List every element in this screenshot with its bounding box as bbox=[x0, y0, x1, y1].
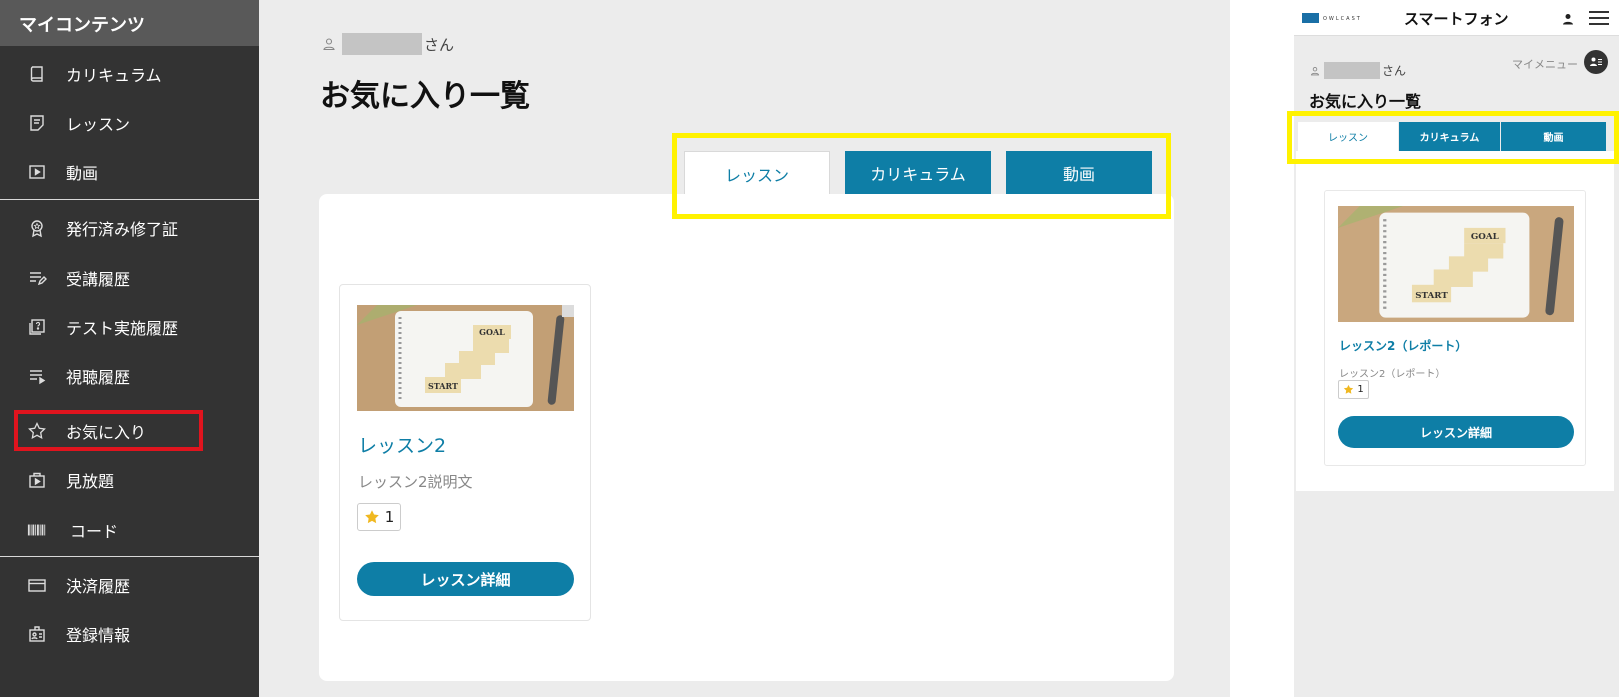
lesson-thumbnail: GOAL START bbox=[357, 305, 574, 411]
favorites-highlight-box bbox=[14, 410, 203, 451]
sidebar-item-attendance-history[interactable]: 受講履歴 bbox=[0, 258, 259, 298]
favorite-count: 1 bbox=[1357, 384, 1364, 395]
masked-username bbox=[342, 33, 422, 55]
sidebar-item-registration[interactable]: 登録情報 bbox=[0, 614, 259, 654]
card-description: レッスン2説明文 bbox=[358, 473, 473, 491]
thumb-goal-text: GOAL bbox=[479, 327, 505, 337]
sidebar-item-label: テスト実施履歴 bbox=[66, 319, 179, 338]
test-icon bbox=[26, 316, 48, 338]
favorite-badge[interactable]: 1 bbox=[357, 503, 401, 531]
phone-header: OWLCAST スマートフォン bbox=[1294, 0, 1619, 36]
sidebar-item-label: 受講履歴 bbox=[66, 270, 131, 289]
my-menu-label[interactable]: マイメニュー bbox=[1512, 56, 1578, 72]
sidebar-item-label: レッスン bbox=[66, 115, 131, 134]
user-icon bbox=[323, 38, 335, 51]
tabs-highlight-box bbox=[672, 133, 1171, 219]
thumb-start-text: START bbox=[1415, 291, 1448, 301]
sidebar-item-label: 決済履歴 bbox=[66, 577, 131, 596]
star-filled-icon bbox=[364, 510, 379, 524]
smartphone-preview: OWLCAST スマートフォン マイメニュー さん お気に入り一覧 レッスン カ… bbox=[1294, 0, 1619, 697]
sidebar-item-label: 見放題 bbox=[66, 472, 115, 491]
note-icon bbox=[26, 112, 48, 134]
user-suffix: さん bbox=[1382, 64, 1407, 78]
sidebar-divider bbox=[0, 556, 259, 557]
certificate-icon bbox=[26, 217, 48, 239]
thumb-goal-text: GOAL bbox=[1471, 232, 1499, 242]
sidebar-item-label: 登録情報 bbox=[66, 626, 131, 645]
page-title: お気に入り一覧 bbox=[1309, 92, 1422, 111]
user-greeting: さん bbox=[1310, 62, 1406, 79]
masked-username bbox=[1324, 62, 1380, 79]
sidebar-item-certificates[interactable]: 発行済み修了証 bbox=[0, 208, 259, 248]
sidebar-item-unlimited[interactable]: 見放題 bbox=[0, 460, 259, 500]
hamburger-menu-icon[interactable] bbox=[1589, 10, 1609, 26]
sidebar-item-label: カリキュラム bbox=[66, 66, 162, 85]
logo-text: OWLCAST bbox=[1323, 16, 1362, 22]
card-title[interactable]: レッスン2（レポート） bbox=[1339, 337, 1467, 354]
sidebar-item-video[interactable]: 動画 bbox=[0, 152, 259, 192]
my-menu-icon[interactable] bbox=[1584, 50, 1608, 74]
lesson-detail-button[interactable]: レッスン詳細 bbox=[1338, 416, 1574, 448]
star-filled-icon bbox=[1344, 384, 1354, 394]
lesson-thumbnail: GOAL START bbox=[1338, 206, 1574, 322]
id-card-icon bbox=[26, 623, 48, 645]
sidebar-item-label: コード bbox=[70, 522, 119, 541]
sidebar-item-label: 発行済み修了証 bbox=[66, 220, 179, 239]
user-icon[interactable] bbox=[1562, 13, 1574, 25]
user-suffix: さん bbox=[424, 35, 455, 54]
sidebar-item-viewing-history[interactable]: 視聴履歴 bbox=[0, 356, 259, 396]
favorite-count: 1 bbox=[384, 508, 395, 526]
spacer bbox=[1230, 0, 1294, 697]
user-icon bbox=[1310, 66, 1320, 75]
favorite-card: GOAL START レッスン2 レッスン2説明文 1 レッスン詳細 bbox=[339, 284, 591, 621]
sidebar-item-label: 動画 bbox=[66, 164, 99, 183]
user-greeting: さん bbox=[322, 33, 454, 55]
sidebar-divider bbox=[0, 199, 259, 200]
sidebar-item-code[interactable]: コード bbox=[0, 510, 259, 550]
book-icon bbox=[26, 63, 48, 85]
video-folder-icon bbox=[26, 469, 48, 491]
list-play-icon bbox=[26, 365, 48, 387]
play-icon bbox=[26, 161, 48, 183]
sidebar-item-test-history[interactable]: テスト実施履歴 bbox=[0, 307, 259, 347]
sidebar-item-curriculum[interactable]: カリキュラム bbox=[0, 54, 259, 94]
page-title: お気に入り一覧 bbox=[320, 79, 530, 114]
sidebar-item-payment-history[interactable]: 決済履歴 bbox=[0, 565, 259, 605]
thumb-start-text: START bbox=[428, 381, 458, 391]
phone-tabs-highlight-box bbox=[1287, 111, 1619, 164]
main-content: さん お気に入り一覧 レッスン カリキュラム 動画 GOAL START レッス… bbox=[259, 0, 1230, 697]
card-icon bbox=[26, 574, 48, 596]
favorite-card: GOAL START レッスン2（レポート） レッスン2（レポート） 1 レッス… bbox=[1324, 190, 1586, 466]
favorite-badge[interactable]: 1 bbox=[1338, 380, 1369, 399]
phone-header-title: スマートフォン bbox=[1404, 10, 1509, 28]
logo-icon bbox=[1302, 13, 1319, 23]
card-description: レッスン2（レポート） bbox=[1339, 369, 1446, 380]
lesson-detail-button[interactable]: レッスン詳細 bbox=[357, 562, 574, 596]
card-title[interactable]: レッスン2 bbox=[358, 431, 446, 458]
sidebar: マイコンテンツ カリキュラム レッスン 動画 発行済み修了証 受講履歴 テスト実… bbox=[0, 0, 259, 697]
barcode-icon bbox=[26, 519, 48, 541]
sidebar-header: マイコンテンツ bbox=[0, 0, 259, 46]
sidebar-item-lesson[interactable]: レッスン bbox=[0, 103, 259, 143]
list-edit-icon bbox=[26, 267, 48, 289]
sidebar-item-label: 視聴履歴 bbox=[66, 368, 131, 387]
